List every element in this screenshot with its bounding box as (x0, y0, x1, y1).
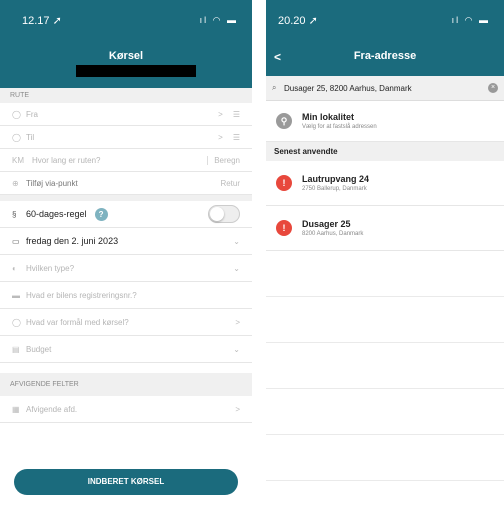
rule-60-toggle[interactable] (208, 205, 240, 223)
chevron-right-icon: > (218, 132, 223, 142)
status-time: 12.17 ➚ (22, 14, 62, 27)
to-placeholder: Til (26, 132, 35, 142)
section-afvigende: AFVIGENDE FELTER (0, 373, 252, 396)
type-placeholder: Hvilken type? (26, 263, 75, 273)
empty-row (266, 343, 504, 389)
department-placeholder: Afvigende afd. (26, 404, 78, 414)
menu-icon[interactable]: ☰ (233, 110, 240, 119)
tag-icon: ◐ (12, 263, 17, 273)
chevron-down-icon: ⌄ (233, 263, 240, 273)
status-bar: 20.20 ➚ ıl ◠ ▬ (266, 0, 504, 40)
distance-field[interactable]: KM Hvor lang er ruten? Beregn (0, 149, 252, 172)
chevron-down-icon: ⌄ (233, 344, 240, 354)
paragraph-icon: § (12, 209, 17, 219)
status-icons: ıl ◠ ▬ (199, 14, 238, 25)
location-pin-icon: ⚲ (276, 113, 292, 129)
my-location-item[interactable]: ⚲ Min lokalitet Vælg for at fastslå adre… (266, 101, 504, 142)
from-placeholder: Fra (26, 109, 38, 119)
left-header: 12.17 ➚ ıl ◠ ▬ Kørsel (0, 0, 252, 88)
right-screen: 20.20 ➚ ıl ◠ ▬ < Fra-adresse ⌕ Dusager 2… (266, 0, 504, 511)
type-field[interactable]: ◐ Hvilken type? ⌄ (0, 255, 252, 282)
return-button[interactable]: Retur (220, 179, 240, 188)
page-title: Kørsel (108, 50, 144, 62)
empty-row (266, 435, 504, 481)
help-icon[interactable]: ? (94, 207, 108, 221)
date-field[interactable]: ▭ fredag den 2. juni 2023 ⌄ (0, 228, 252, 255)
chevron-right-icon: > (218, 109, 223, 119)
from-field[interactable]: ◯ Fra > ☰ (0, 103, 252, 126)
document-icon: ▤ (12, 344, 20, 354)
registration-placeholder: Hvad er bilens registreringsnr.? (26, 290, 137, 300)
page-title: Fra-adresse (353, 50, 417, 62)
rule-60-label: 60-dages-regel (26, 209, 87, 219)
building-icon: ▦ (12, 404, 20, 414)
recent-title: Dusager 25 (302, 219, 351, 229)
search-icon: ⌕ (272, 83, 277, 92)
location-pin-icon: ! (276, 220, 292, 236)
recent-header: Senest anvendte (266, 142, 504, 161)
status-bar: 12.17 ➚ ıl ◠ ▬ (0, 0, 252, 40)
clear-icon[interactable]: × (488, 83, 498, 93)
registration-field[interactable]: ▬ Hvad er bilens registreringsnr.? (0, 282, 252, 309)
to-field[interactable]: ◯ Til > ☰ (0, 126, 252, 149)
recent-item[interactable]: ! Dusager 25 8200 Aarhus, Danmark (266, 206, 504, 251)
search-input[interactable]: Dusager 25, 8200 Aarhus, Danmark (284, 84, 488, 93)
date-value: fredag den 2. juni 2023 (26, 236, 119, 246)
via-label: Tilføj via-punkt (26, 178, 78, 188)
budget-field[interactable]: ▤ Budget ⌄ (0, 336, 252, 363)
plus-circle-icon: ⊕ (12, 178, 19, 188)
budget-placeholder: Budget (26, 344, 52, 354)
section-rute: RUTE (0, 88, 252, 103)
nav-bar: Kørsel (0, 40, 252, 88)
km-label: KM (12, 155, 24, 165)
chevron-down-icon: ⌄ (233, 236, 240, 246)
distance-placeholder: Hvor lang er ruten? (32, 155, 101, 165)
redaction-bar (76, 65, 196, 77)
menu-icon[interactable]: ☰ (233, 133, 240, 142)
circle-icon: ◯ (12, 132, 21, 142)
purpose-placeholder: Hvad var formål med kørsel? (26, 317, 129, 327)
recent-item[interactable]: ! Lautrupvang 24 2750 Ballerup, Danmark (266, 161, 504, 206)
status-icons: ıl ◠ ▬ (451, 14, 490, 25)
right-header: 20.20 ➚ ıl ◠ ▬ < Fra-adresse (266, 0, 504, 76)
chevron-right-icon: > (235, 404, 240, 414)
left-screen: 12.17 ➚ ıl ◠ ▬ Kørsel RUTE ◯ Fra > ☰ ◯ T… (0, 0, 252, 511)
empty-row (266, 389, 504, 435)
status-time: 20.20 ➚ (278, 14, 318, 27)
calendar-icon: ▭ (12, 236, 20, 246)
my-location-subtitle: Vælg for at fastslå adressen (302, 124, 377, 130)
my-location-title: Min lokalitet (302, 112, 355, 122)
department-field[interactable]: ▦ Afvigende afd. > (0, 396, 252, 423)
car-icon: ▬ (12, 290, 20, 300)
nav-bar: < Fra-adresse (266, 40, 504, 76)
calculate-button[interactable]: Beregn (207, 155, 240, 165)
rule-60-row: § 60-dages-regel ? (0, 201, 252, 228)
search-bar[interactable]: ⌕ Dusager 25, 8200 Aarhus, Danmark × (266, 76, 504, 101)
purpose-field[interactable]: ◯ Hvad var formål med kørsel? > (0, 309, 252, 336)
add-via-point[interactable]: ⊕ Tilføj via-punkt Retur (0, 172, 252, 195)
speech-bubble-icon: ◯ (12, 317, 21, 327)
location-pin-icon: ! (276, 175, 292, 191)
empty-row (266, 251, 504, 297)
circle-icon: ◯ (12, 109, 21, 119)
empty-row (266, 297, 504, 343)
recent-subtitle: 8200 Aarhus, Danmark (302, 231, 364, 237)
submit-button[interactable]: INDBERET KØRSEL (14, 469, 238, 495)
recent-subtitle: 2750 Ballerup, Danmark (302, 186, 367, 192)
chevron-right-icon: > (235, 317, 240, 327)
recent-title: Lautrupvang 24 (302, 174, 370, 184)
